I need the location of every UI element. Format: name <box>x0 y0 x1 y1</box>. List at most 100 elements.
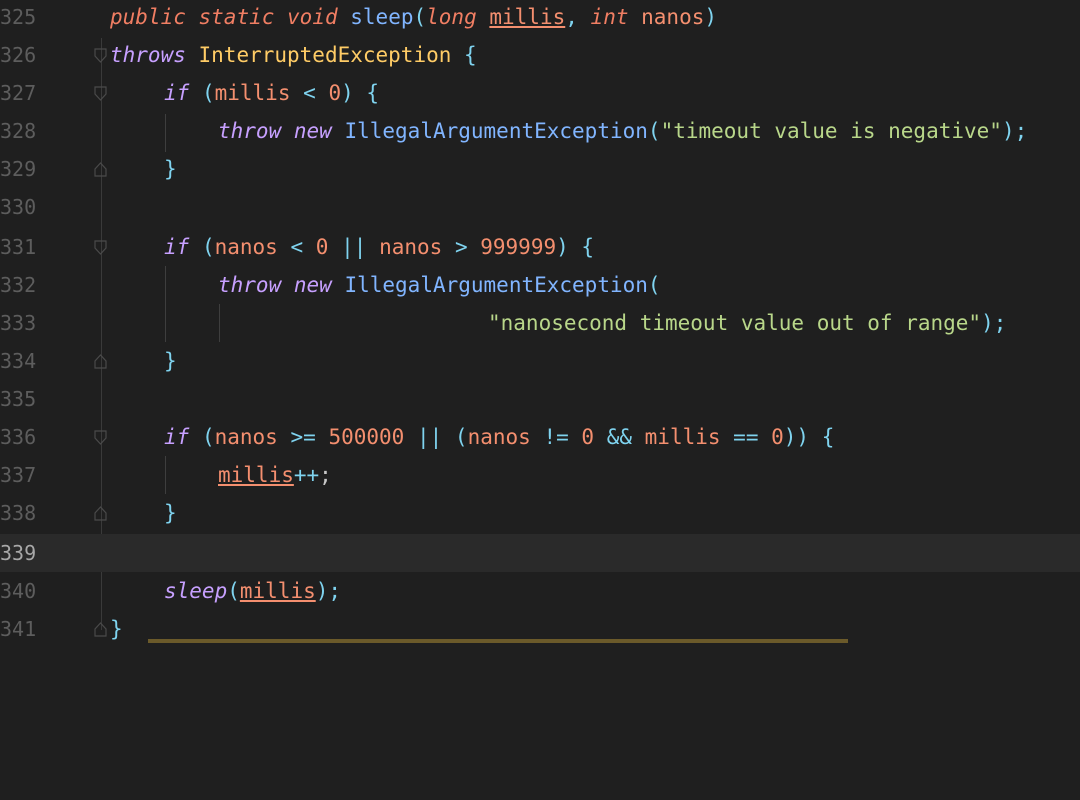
keyword: throws <box>110 43 186 67</box>
fold-close-icon[interactable] <box>94 622 107 637</box>
operator: != <box>543 425 569 449</box>
punctuation: ( <box>201 425 215 449</box>
current-line[interactable]: 339 <box>0 534 1080 572</box>
brace: { <box>821 425 835 449</box>
identifier: nanos <box>379 235 443 259</box>
punctuation: )) <box>783 425 810 449</box>
type-name: InterruptedException <box>198 43 452 67</box>
operator: > <box>454 235 468 259</box>
identifier: nanos <box>214 235 278 259</box>
punctuation: ) <box>704 5 718 29</box>
punctuation: ); <box>315 579 342 603</box>
line-number: 326 <box>0 43 37 67</box>
punctuation: ; <box>319 463 332 487</box>
identifier: millis <box>218 463 294 487</box>
line-number: 327 <box>0 81 37 105</box>
type-name: IllegalArgumentException <box>344 273 648 297</box>
code-line[interactable]: 335 <box>0 380 1080 418</box>
identifier: nanos <box>467 425 531 449</box>
code-text: throws InterruptedException { <box>110 36 477 74</box>
code-line[interactable]: 330 <box>0 188 1080 226</box>
brace: } <box>164 349 177 373</box>
line-number: 337 <box>0 463 37 487</box>
code-text: if (nanos < 0 || nanos > 999999) { <box>164 228 594 266</box>
line-number: 340 <box>0 579 37 603</box>
line-number: 331 <box>0 235 37 259</box>
keyword: throw <box>218 273 282 297</box>
operator: >= <box>290 425 316 449</box>
keyword: public <box>110 5 186 29</box>
number: 999999 <box>480 235 557 259</box>
punctuation: ) <box>556 235 569 259</box>
code-line[interactable]: 325 public static void sleep(long millis… <box>0 0 1080 36</box>
code-editor[interactable]: 325 public static void sleep(long millis… <box>0 0 1080 643</box>
code-line[interactable]: 329 } <box>0 150 1080 188</box>
keyword: new <box>293 119 332 143</box>
identifier: millis <box>214 81 291 105</box>
line-number: 334 <box>0 349 37 373</box>
string-literal: "nanosecond timeout value out of range" <box>488 311 982 335</box>
fold-open-icon[interactable] <box>94 430 107 445</box>
keyword: int <box>590 5 629 29</box>
line-number: 339 <box>0 541 37 565</box>
punctuation: ( <box>413 5 427 29</box>
operator: == <box>733 425 759 449</box>
code-line[interactable]: 332 throw new IllegalArgumentException( <box>0 266 1080 304</box>
keyword: if <box>164 235 190 259</box>
fold-close-icon[interactable] <box>94 506 107 521</box>
keyword: long <box>426 5 477 29</box>
operator: || <box>416 425 443 449</box>
punctuation: , <box>565 5 578 29</box>
identifier: nanos <box>214 425 278 449</box>
punctuation: ( <box>227 579 240 603</box>
fold-open-icon[interactable] <box>94 240 107 255</box>
punctuation: ); <box>1001 119 1028 143</box>
keyword: void <box>287 5 338 29</box>
identifier: millis <box>644 425 721 449</box>
code-line[interactable]: 336 if (nanos >= 500000 || (nanos != 0 &… <box>0 418 1080 456</box>
fold-open-icon[interactable] <box>94 86 107 101</box>
fold-open-icon[interactable] <box>94 48 107 63</box>
code-line[interactable]: 337 millis++; <box>0 456 1080 494</box>
line-number: 330 <box>0 195 37 219</box>
line-number: 341 <box>0 617 37 641</box>
keyword: throw <box>218 119 282 143</box>
code-text: if (millis < 0) { <box>164 74 379 112</box>
type-name: IllegalArgumentException <box>344 119 648 143</box>
operator: ++ <box>293 463 320 487</box>
method-name: sleep <box>350 5 414 29</box>
code-line[interactable]: 331 if (nanos < 0 || nanos > 999999) { <box>0 228 1080 266</box>
fold-close-icon[interactable] <box>94 354 107 369</box>
code-text: throw new IllegalArgumentException( <box>218 266 661 304</box>
punctuation: ); <box>981 311 1007 335</box>
code-line[interactable]: 328 throw new IllegalArgumentException("… <box>0 112 1080 150</box>
code-line[interactable]: 334 } <box>0 342 1080 380</box>
parameter: nanos <box>641 5 705 29</box>
code-text: millis++; <box>218 456 332 494</box>
line-number: 333 <box>0 311 37 335</box>
punctuation: ( <box>201 235 215 259</box>
punctuation: ( <box>201 81 215 105</box>
number: 0 <box>771 425 784 449</box>
code-line[interactable]: 326 throws InterruptedException { <box>0 36 1080 74</box>
code-text: } <box>164 494 177 532</box>
string-literal: "timeout value is negative" <box>660 119 1002 143</box>
code-text: sleep(millis); <box>164 572 341 610</box>
code-line[interactable]: 338 } <box>0 494 1080 532</box>
brace: { <box>464 43 477 67</box>
line-number: 325 <box>0 5 37 29</box>
code-line[interactable]: 340 sleep(millis); <box>0 572 1080 610</box>
parameter: millis <box>489 5 566 29</box>
number: 0 <box>328 81 342 105</box>
code-line[interactable]: 327 if (millis < 0) { <box>0 74 1080 112</box>
operator: && <box>606 425 632 449</box>
number: 0 <box>581 425 595 449</box>
fold-close-icon[interactable] <box>94 162 107 177</box>
operator: || <box>341 235 367 259</box>
operator: < <box>290 235 304 259</box>
keyword: static <box>198 5 275 29</box>
code-text: } <box>110 610 123 648</box>
line-number: 338 <box>0 501 37 525</box>
operator: < <box>303 81 316 105</box>
code-line[interactable]: 333 "nanosecond timeout value out of ran… <box>0 304 1080 342</box>
